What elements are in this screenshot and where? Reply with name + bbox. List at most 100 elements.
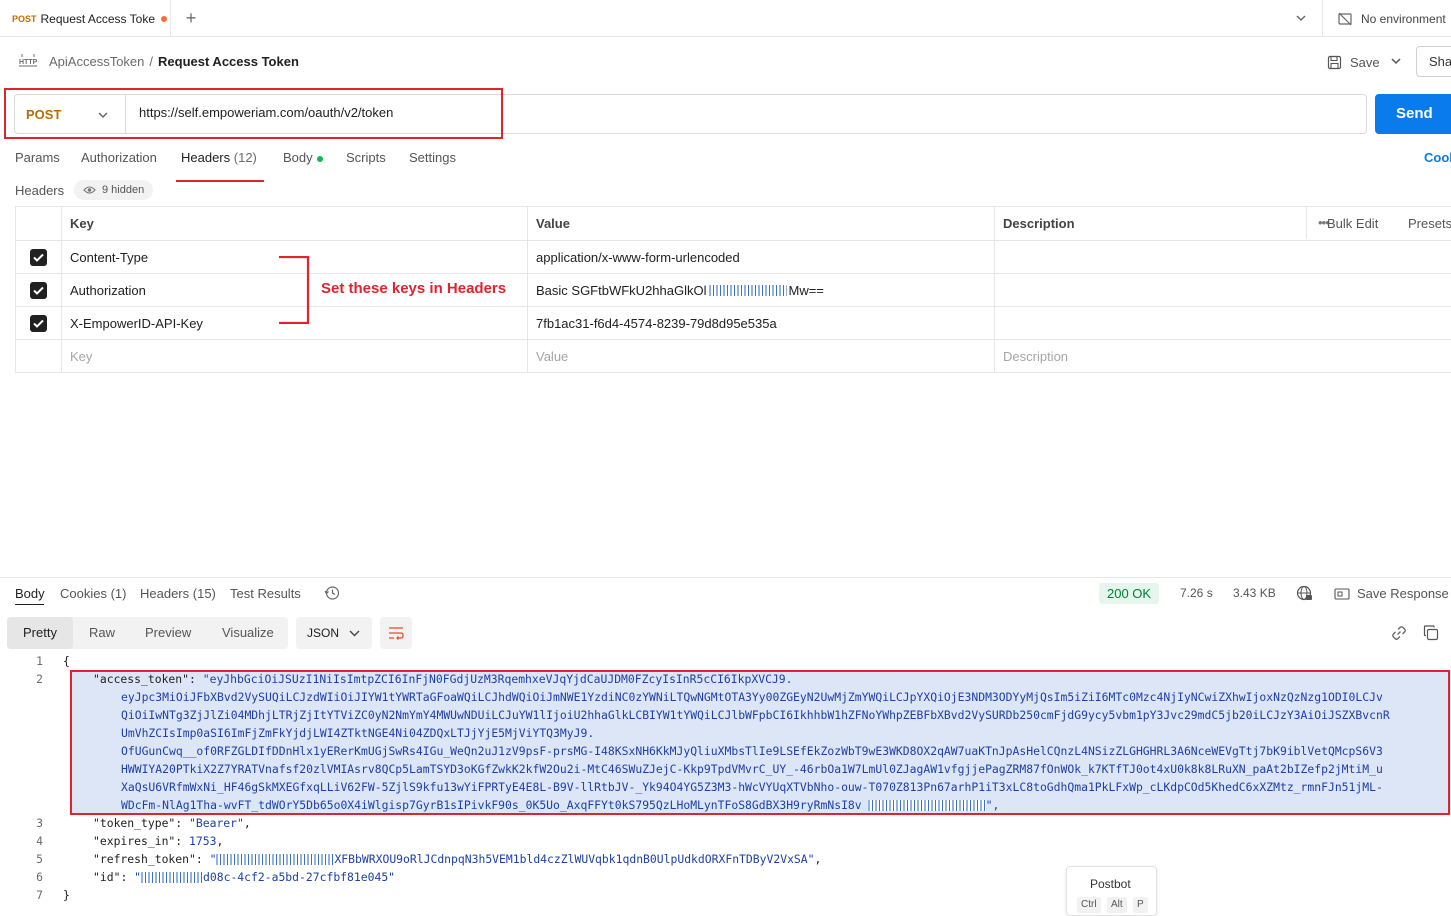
word-wrap-button[interactable]	[380, 617, 412, 649]
redacted-credentials	[708, 284, 787, 296]
hidden-headers-toggle[interactable]: 9 hidden	[74, 180, 154, 200]
table-row: Content-Type application/x-www-form-urle…	[15, 241, 1451, 274]
response-size[interactable]: 3.43 KB	[1233, 586, 1276, 600]
row-checkbox-empty	[16, 340, 62, 372]
new-value-input[interactable]: Value	[528, 340, 995, 372]
json-value-token-type: "Bearer"	[189, 816, 244, 830]
request-tab[interactable]: POST Request Access Toke	[0, 0, 171, 37]
annotation-text: Set these keys in Headers	[321, 280, 507, 297]
json-quote: "	[209, 852, 217, 866]
json-open-brace: {	[63, 654, 70, 668]
response-tab-test-results[interactable]: Test Results	[230, 586, 301, 601]
view-mode-segmented-control: Pretty Raw Preview Visualize	[7, 617, 288, 649]
environment-selector[interactable]: No environment	[1322, 0, 1451, 37]
headers-table: Key Value Description Content-Type appli…	[15, 206, 1451, 373]
tab-headers[interactable]: Headers (12)	[181, 150, 257, 165]
header-value-cell[interactable]: application/x-www-form-urlencoded	[528, 241, 995, 273]
line-number: 6	[36, 870, 43, 884]
redacted-id	[141, 872, 204, 883]
tab-method: POST	[12, 13, 37, 24]
json-key-token-type: "token_type"	[93, 816, 176, 830]
header-description-cell[interactable]	[995, 241, 1451, 273]
tab-params[interactable]: Params	[15, 150, 60, 165]
postbot-button[interactable]: Postbot Ctrl Alt P	[1066, 866, 1157, 916]
json-value-id: d08c-4cf2-a5bd-27cfbf81e045"	[203, 870, 396, 884]
breadcrumb: ApiAccessToken / Request Access Token	[49, 54, 299, 69]
tab-body[interactable]: Body	[283, 150, 323, 165]
tab-headers-count: (12)	[233, 150, 257, 165]
redacted-refresh-token	[216, 854, 335, 865]
presets-button[interactable]: Presets	[1408, 216, 1451, 231]
header-value-text: Basic SGFtbWFkU2hhaGlkOl	[536, 282, 707, 298]
status-badge[interactable]: 200 OK	[1099, 583, 1160, 604]
json-line-id[interactable]: "id": " d08c-4cf2-a5bd-27cfbf81e045"	[93, 870, 395, 884]
save-response-button[interactable]: Save Response	[1334, 586, 1449, 601]
row-checkbox[interactable]	[16, 241, 62, 273]
table-row: Authorization Basic SGFtbWFkU2hhaGlkOl Mw…	[15, 274, 1451, 307]
view-raw[interactable]: Raw	[89, 617, 115, 649]
tab-body-label: Body	[283, 150, 313, 165]
response-time[interactable]: 7.26 s	[1180, 586, 1213, 600]
json-key-expires-in: "expires_in"	[93, 834, 176, 848]
line-number: 7	[36, 888, 43, 902]
view-visualize[interactable]: Visualize	[222, 617, 274, 649]
format-value: JSON	[307, 626, 340, 640]
table-actions-divider	[1306, 207, 1307, 239]
network-globe-icon[interactable]	[1296, 585, 1313, 602]
breadcrumb-current[interactable]: Request Access Token	[158, 54, 299, 69]
row-checkbox[interactable]	[16, 307, 62, 339]
json-key-id: "id"	[93, 870, 121, 884]
format-chevron-down-icon	[349, 630, 360, 637]
tab-scripts[interactable]: Scripts	[346, 150, 386, 165]
header-value-suffix: Mw==	[788, 282, 824, 298]
shortcut-key: Ctrl	[1077, 897, 1101, 913]
eye-icon	[83, 186, 96, 194]
row-checkbox[interactable]	[16, 274, 62, 306]
headers-section-label: Headers	[15, 183, 65, 198]
tab-authorization[interactable]: Authorization	[81, 150, 157, 165]
cookies-link[interactable]: Cook	[1424, 150, 1451, 165]
copy-icon[interactable]	[1423, 625, 1439, 641]
json-line-token-type[interactable]: "token_type": "Bearer",	[93, 816, 251, 830]
send-button[interactable]: Send	[1375, 94, 1451, 134]
json-close-brace: }	[63, 888, 70, 902]
token-highlight-box	[70, 670, 1450, 815]
line-number: 2	[36, 672, 43, 686]
header-description-cell[interactable]	[995, 274, 1451, 306]
url-highlight-box	[4, 88, 503, 139]
tab-headers-label: Headers	[181, 150, 231, 165]
share-button[interactable]: Sha	[1416, 46, 1451, 77]
history-icon[interactable]	[324, 585, 340, 601]
table-row-empty: Key Value Description	[15, 340, 1451, 373]
new-key-input[interactable]: Key	[62, 340, 528, 372]
response-tab-headers[interactable]: Headers (15)	[140, 586, 216, 601]
json-quote: "	[134, 870, 142, 884]
save-icon	[1327, 55, 1342, 69]
header-value-cell[interactable]: Basic SGFtbWFkU2hhaGlkOl Mw==	[528, 274, 995, 306]
tab-title: Request Access Toke	[40, 11, 156, 26]
response-headers-label: Headers	[140, 586, 190, 601]
tab-settings[interactable]: Settings	[409, 150, 456, 165]
link-icon[interactable]	[1391, 625, 1407, 641]
save-response-icon	[1334, 587, 1350, 600]
response-tab-body[interactable]: Body	[15, 586, 45, 601]
json-line-expires-in[interactable]: "expires_in": 1753,	[93, 834, 223, 848]
bulk-edit-button[interactable]: Bulk Edit	[1327, 216, 1378, 231]
new-tab-button[interactable]: +	[180, 7, 202, 29]
view-preview[interactable]: Preview	[145, 617, 191, 649]
new-description-input[interactable]: Description	[995, 340, 1451, 372]
checkbox-column-header	[16, 207, 62, 240]
tabs-chevron-down-icon[interactable]	[1292, 9, 1310, 27]
header-value-cell[interactable]: 7fb1ac31-f6d4-4574-8239-79d8d95e535a	[528, 307, 995, 339]
view-pretty[interactable]: Pretty	[7, 617, 73, 649]
save-options-chevron-icon[interactable]	[1389, 54, 1403, 68]
json-line-refresh-token[interactable]: "refresh_token": " XFBbWRXOU9oRlJCdnpqN3h…	[93, 852, 821, 866]
response-tab-cookies[interactable]: Cookies (1)	[60, 586, 126, 601]
save-button[interactable]: Save	[1327, 52, 1380, 72]
http-request-icon: HTTP	[19, 54, 37, 67]
wrap-lines-icon	[389, 627, 404, 640]
table-row: X-EmpowerID-API-Key 7fb1ac31-f6d4-4574-8…	[15, 307, 1451, 340]
breadcrumb-parent[interactable]: ApiAccessToken	[49, 54, 144, 69]
format-select[interactable]: JSON	[296, 617, 372, 649]
header-description-cell[interactable]	[995, 307, 1451, 339]
